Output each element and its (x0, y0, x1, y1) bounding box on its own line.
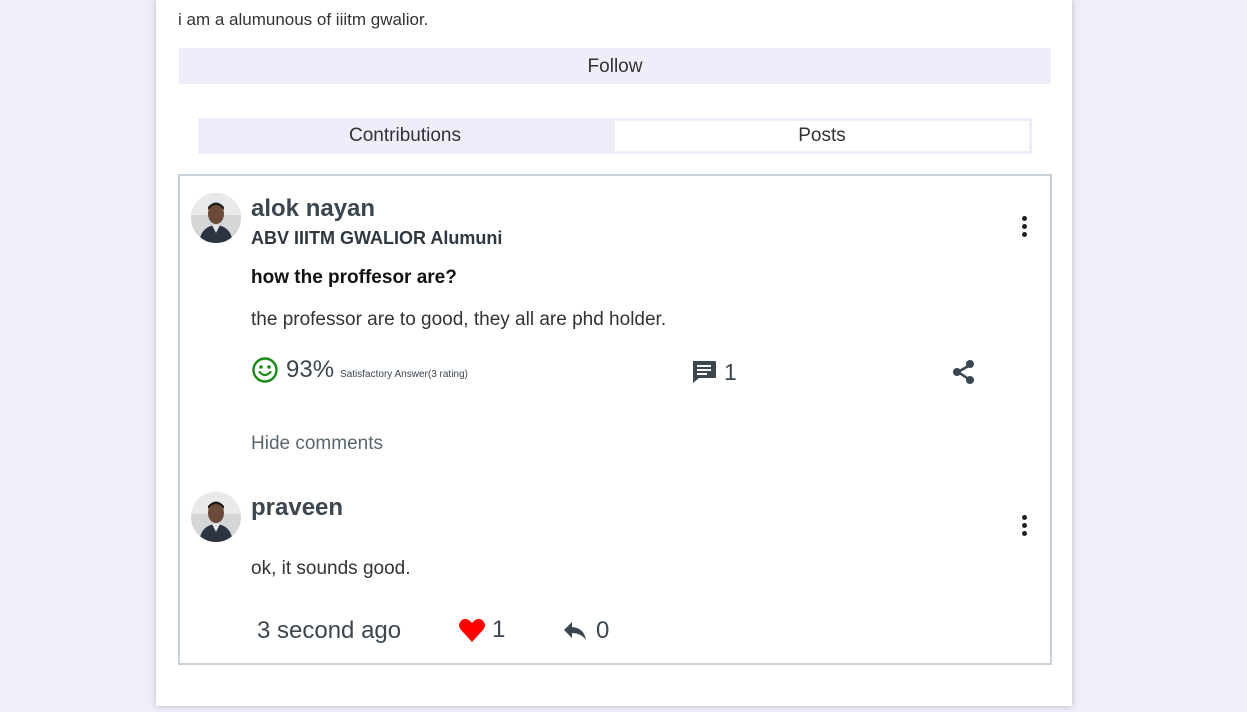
more-vert-icon[interactable] (1020, 515, 1028, 539)
post-author[interactable]: alok nayan (251, 195, 375, 223)
post-answer: the professor are to good, they all are … (251, 309, 667, 330)
comment-text: ok, it sounds good. (251, 558, 411, 579)
share-icon[interactable] (950, 358, 978, 386)
satisfaction-percent: 93% (286, 356, 335, 383)
comment-count: 1 (724, 358, 737, 385)
satisfaction-label: Satisfactory Answer(3 rating) (340, 368, 468, 380)
share-button[interactable] (950, 358, 978, 386)
like-button[interactable]: 1 (458, 616, 505, 644)
like-count: 1 (492, 616, 506, 643)
post-card: alok nayan ABV IIITM GWALIOR Alumuni how… (178, 174, 1052, 665)
avatar[interactable] (191, 193, 241, 243)
heart-icon[interactable] (458, 617, 486, 643)
profile-card: i am a alumunous of iiitm gwalior. Follo… (156, 0, 1072, 706)
avatar-image (191, 193, 241, 243)
comment-avatar[interactable] (191, 492, 241, 542)
reply-count: 0 (596, 617, 610, 644)
post-author-subtitle: ABV IIITM GWALIOR Alumuni (251, 228, 503, 248)
hide-comments-link[interactable]: Hide comments (251, 433, 383, 455)
comments-stat[interactable]: 1 (690, 358, 737, 386)
tab-contributions[interactable]: Contributions (198, 118, 612, 154)
comment-timestamp: 3 second ago (257, 617, 402, 644)
smile-icon (252, 357, 278, 383)
comment-icon[interactable] (690, 358, 718, 386)
tab-posts[interactable]: Posts (612, 118, 1032, 154)
reply-icon[interactable] (562, 619, 588, 643)
post-question: how the proffesor are? (251, 267, 457, 288)
profile-tabs: Contributions Posts (198, 118, 1032, 154)
satisfaction-stat: 93% Satisfactory Answer(3 rating) (251, 356, 468, 384)
avatar-image (191, 492, 241, 542)
reply-button[interactable]: 0 (562, 617, 609, 645)
more-vert-icon[interactable] (1020, 216, 1028, 240)
profile-bio: i am a alumunous of iiitm gwalior. (178, 10, 429, 29)
comment-author[interactable]: praveen (251, 494, 343, 522)
follow-button[interactable]: Follow (179, 48, 1051, 84)
